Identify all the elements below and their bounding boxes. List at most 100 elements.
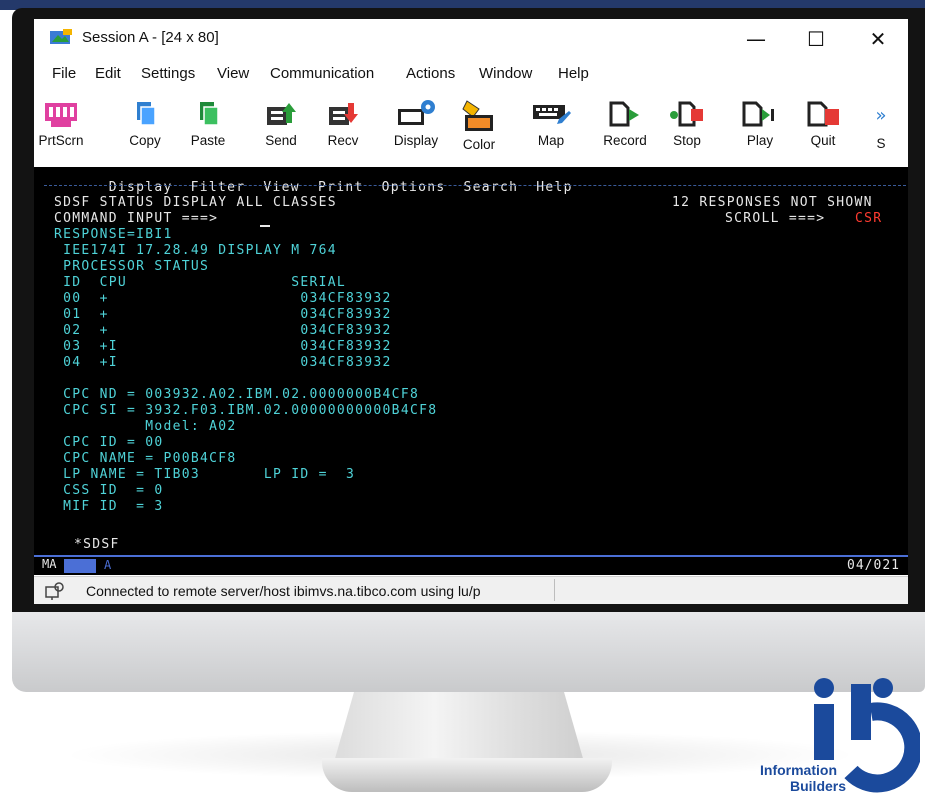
menu-edit[interactable]: Edit [95,65,121,82]
record-button[interactable]: Record [596,95,654,165]
scroll-value[interactable]: CSR [855,211,882,227]
responses-not-shown: 12 RESPONSES NOT SHOWN [672,195,873,210]
term-menu-options[interactable]: Options [382,180,446,195]
term-menu-search[interactable]: Search [463,180,518,195]
operator-info-area: MA A 04/021 [34,557,908,575]
prtscrn-button[interactable]: PrtScrn [34,95,90,165]
stop-label: Stop [673,133,701,148]
scroll-label: SCROLL ===> [725,211,826,226]
output-line: 02 + 034CF83932 [54,323,392,338]
keyboard-map-icon [533,105,571,124]
output-line: CPC ID = 00 [54,435,164,450]
menu-file[interactable]: File [52,65,76,82]
connection-icon [45,582,64,600]
map-button[interactable]: Map [522,95,580,165]
recv-button[interactable]: Recv [314,95,372,165]
stop-button[interactable]: Stop [658,95,716,165]
menu-actions[interactable]: Actions [406,65,455,82]
oia-indicator [64,559,96,573]
paste-button[interactable]: Paste [179,95,237,165]
stop-icon [670,101,703,127]
menu-window[interactable]: Window [479,65,532,82]
map-label: Map [537,133,565,148]
output-line: PROCESSOR STATUS [54,259,210,274]
s-button[interactable]: » S [856,95,906,165]
output-line: IEE174I 17.28.49 DISPLAY M 764 [54,243,337,258]
display-button[interactable]: Display [387,95,445,165]
output-line: CPC SI = 3932.F03.IBM.02.00000000000B4CF… [54,403,438,418]
output-line: LP NAME = TIB03 LP ID = 3 [54,467,356,482]
send-label: Send [265,133,297,148]
quit-label: Quit [810,133,836,148]
copy-icon [137,102,156,126]
output-line: 04 +I 034CF83932 [54,355,392,370]
oia-mode: A [104,558,112,572]
title-bar: Session A - [24 x 80] — ☐ ✕ [34,19,908,57]
response-line: RESPONSE=IBI1 [54,227,173,242]
status-bar: Connected to remote server/host ibimvs.n… [34,576,908,604]
display-gear-icon [398,100,435,125]
send-icon [267,103,296,125]
command-input-label: COMMAND INPUT ===> [54,211,219,226]
play-label: Play [746,133,774,148]
play-button[interactable]: Play [731,95,789,165]
app-window: Session A - [24 x 80] — ☐ ✕ File Edit Se… [34,19,908,604]
recv-label: Recv [327,133,359,148]
close-button[interactable]: ✕ [854,23,902,55]
printer-icon [45,103,77,127]
output-line: CSS ID = 0 [54,483,164,498]
term-menu-help[interactable]: Help [536,180,573,195]
terminal-screen[interactable]: Display Filter View Print Options Search Help … [34,167,908,559]
record-icon [609,101,639,127]
output-line: 01 + 034CF83932 [54,307,392,322]
cursor-position: 04/021 [847,558,900,573]
output-line: 00 + 034CF83932 [54,291,392,306]
menu-view[interactable]: View [217,65,249,82]
output-line: ID CPU SERIAL [54,275,347,290]
output-line: 03 +I 034CF83932 [54,339,392,354]
menu-settings[interactable]: Settings [141,65,195,82]
output-line: Model: A02 [54,419,237,434]
more-chevron-icon[interactable]: » [856,105,906,126]
term-menu-filter[interactable]: Filter [191,180,246,195]
color-button[interactable]: Color [450,95,508,165]
term-menu-display[interactable]: Display [109,180,173,195]
minimize-button[interactable]: — [732,23,780,55]
copy-label: Copy [129,133,161,148]
receive-icon [329,103,358,125]
session-app-icon [50,29,72,44]
logo-line2: Builders [790,778,847,794]
status-divider [554,579,555,601]
cursor[interactable] [260,225,270,227]
quit-icon [807,101,839,127]
paint-bucket-icon [462,100,493,131]
window-title: Session A - [24 x 80] [82,29,219,46]
prtscrn-label: PrtScrn [38,133,84,148]
menu-communication[interactable]: Communication [270,65,374,82]
term-menu-print[interactable]: Print [318,180,364,195]
copy-button[interactable]: Copy [116,95,174,165]
color-label: Color [462,137,496,152]
menu-bar: File Edit Settings View Communication Ac… [34,59,908,87]
sdsf-header: SDSF STATUS DISPLAY ALL CLASSES [54,195,337,210]
output-line: CPC NAME = P00B4CF8 [54,451,237,466]
monitor-stand-neck [334,692,584,762]
monitor-stand-base [322,758,612,792]
output-line: CPC ND = 003932.A02.IBM.02.0000000B4CF8 [54,387,420,402]
menu-help[interactable]: Help [558,65,589,82]
display-label: Display [393,133,439,148]
record-label: Record [603,133,647,148]
sdsf-footer: *SDSF [74,537,120,552]
logo-line1: Information [760,762,837,778]
s-label: S [876,136,886,151]
quit-button[interactable]: Quit [794,95,852,165]
send-button[interactable]: Send [252,95,310,165]
oia-ma: MA [42,557,57,571]
toolbar: PrtScrn Copy Paste Send Recv Display Col… [34,89,908,167]
maximize-button[interactable]: ☐ [792,23,840,55]
output-line: MIF ID = 3 [54,499,164,514]
paste-icon [200,102,219,126]
terminal-separator [44,185,906,186]
term-menu-view[interactable]: View [263,180,300,195]
connection-status: Connected to remote server/host ibimvs.n… [86,583,481,599]
